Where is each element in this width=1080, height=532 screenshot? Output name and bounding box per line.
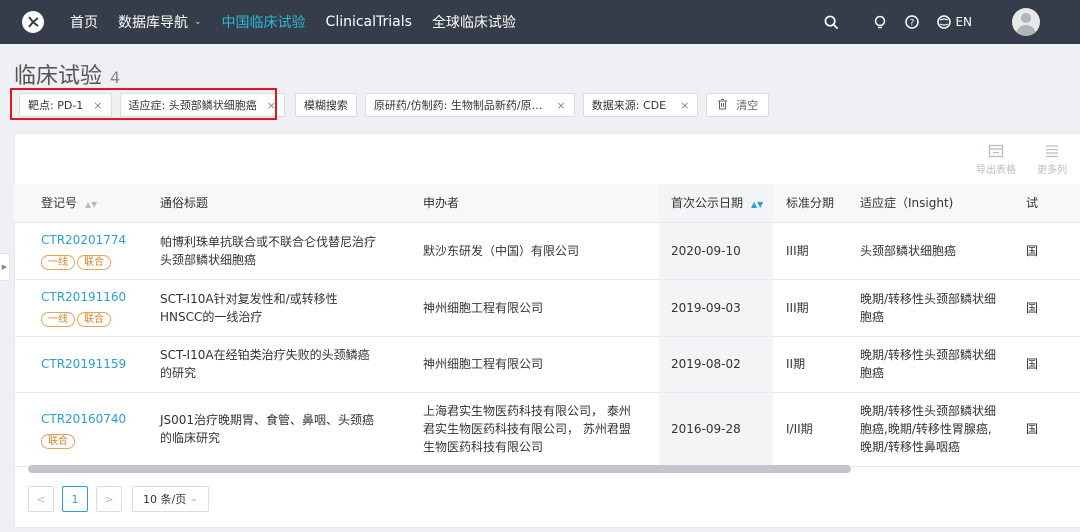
- nav-home[interactable]: 首页: [70, 12, 98, 32]
- table-row[interactable]: CTR20201774 一线 联合 帕博利珠单抗联合或不联合仑伐替尼治疗头颈部鳞状…: [14, 222, 1080, 280]
- column-header-first-publish-date[interactable]: 首次公示日期 ▲▼: [659, 184, 773, 223]
- phase: III期: [773, 279, 847, 337]
- registration-link[interactable]: CTR20160740: [41, 410, 133, 428]
- publish-date: 2016-09-28: [659, 392, 773, 467]
- badge-combination: 联合: [41, 433, 75, 449]
- trial-title: 帕博利珠单抗联合或不联合仑伐替尼治疗头颈部鳞状细胞癌: [133, 222, 396, 280]
- phase: I/II期: [773, 392, 847, 467]
- list-icon: [1046, 145, 1058, 158]
- column-header-registration-no[interactable]: 登记号 ▲▼: [14, 184, 133, 223]
- truncated-cell: 国: [1016, 222, 1080, 280]
- truncated-cell: 国: [1016, 336, 1080, 393]
- phase: III期: [773, 222, 847, 280]
- table-tools: 导出表格 更多列: [968, 144, 1080, 176]
- truncated-cell: 国: [1016, 279, 1080, 337]
- clear-filters-button[interactable]: 清空: [706, 93, 770, 117]
- sponsor: 上海君实生物医药科技有限公司， 泰州君实生物医药科技有限公司， 苏州君盟生物医药…: [396, 392, 659, 467]
- phase: II期: [773, 336, 847, 393]
- badge-first-line: 一线: [41, 255, 75, 270]
- trial-title: JS001治疗晚期胃、食管、鼻咽、头颈癌的临床研究: [133, 392, 396, 467]
- lightbulb-icon[interactable]: [873, 15, 887, 29]
- filter-tag-drug-type[interactable]: 原研药/仿制药: 生物制品新药/原… ×: [364, 93, 575, 117]
- indication: 晚期/转移性头颈部鳞状细胞癌: [847, 279, 1016, 337]
- svg-text:?: ?: [910, 19, 915, 29]
- registration-link[interactable]: CTR20191160: [41, 288, 133, 306]
- close-icon[interactable]: ×: [557, 99, 566, 112]
- publish-date: 2019-08-02: [659, 336, 773, 393]
- table-row[interactable]: CTR20191159 SCT-I10A在经铂类治疗失败的头颈鳞癌的研究 神州细…: [14, 336, 1080, 393]
- column-header-sponsor: 申办者: [396, 184, 659, 223]
- export-icon: [988, 144, 1004, 158]
- registration-link[interactable]: CTR20191159: [41, 355, 133, 373]
- search-icon[interactable]: [824, 15, 839, 30]
- column-header-truncated: 试: [1016, 184, 1080, 223]
- sidebar-expand-handle[interactable]: ▶: [0, 253, 10, 281]
- page-title-text: 临床试验: [14, 64, 103, 89]
- page-1-button[interactable]: 1: [62, 486, 88, 512]
- column-header-phase: 标准分期: [773, 184, 847, 223]
- more-columns-button[interactable]: 更多列: [1024, 144, 1080, 176]
- trials-table: 登记号 ▲▼ 通俗标题 申办者 首次公示日期 ▲▼ 标准分期 适应症（Insight…: [14, 184, 1080, 467]
- nav-clinicaltrials[interactable]: ClinicalTrials: [326, 14, 412, 30]
- language-label[interactable]: EN: [955, 15, 972, 29]
- fuzzy-search-button[interactable]: 模糊搜索: [294, 93, 357, 117]
- trash-icon: [717, 98, 728, 113]
- table-header-row: 登记号 ▲▼ 通俗标题 申办者 首次公示日期 ▲▼ 标准分期 适应症（Insight…: [14, 184, 1080, 223]
- filter-tag-data-source[interactable]: 数据来源: CDE ×: [582, 93, 699, 117]
- truncated-cell: 国: [1016, 392, 1080, 467]
- badge-combination: 联合: [77, 255, 111, 270]
- chevron-down-icon: ⌄: [194, 17, 202, 27]
- help-icon[interactable]: ?: [905, 15, 920, 29]
- page-size-select[interactable]: 10 条/页 ⌄: [132, 486, 209, 512]
- chevron-down-icon: ⌄: [190, 494, 198, 504]
- trial-title: SCT-I10A在经铂类治疗失败的头颈鳞癌的研究: [133, 336, 396, 393]
- export-table-button[interactable]: 导出表格: [968, 144, 1024, 176]
- horizontal-scrollbar[interactable]: [28, 465, 851, 473]
- close-icon[interactable]: ×: [680, 99, 689, 112]
- table-row[interactable]: CTR20160740 联合 JS001治疗晚期胃、食管、鼻咽、头颈癌的临床研究…: [14, 392, 1080, 467]
- language-icon[interactable]: EN: [937, 15, 972, 29]
- top-nav: 首页 数据库导航 ⌄ 中国临床试验 ClinicalTrials 全球临床试验 ?…: [0, 0, 1080, 44]
- column-header-indication: 适应症（Insight): [847, 184, 1016, 223]
- publish-date: 2020-09-10: [659, 222, 773, 280]
- sort-icon[interactable]: ▲▼: [751, 200, 763, 209]
- page-title: 临床试验 4: [14, 58, 120, 90]
- table-row[interactable]: CTR20191160 一线 联合 SCT-I10A针对复发性和/或转移性HNSC…: [14, 279, 1080, 337]
- sponsor: 神州细胞工程有限公司: [396, 336, 659, 393]
- pagination: < 1 > 10 条/页 ⌄: [28, 486, 209, 512]
- badge-combination: 联合: [77, 312, 111, 327]
- indication: 头颈部鳞状细胞癌: [847, 222, 1016, 280]
- sponsor: 神州细胞工程有限公司: [396, 279, 659, 337]
- next-page-button[interactable]: >: [96, 486, 122, 512]
- registration-link[interactable]: CTR20201774: [41, 231, 133, 249]
- sponsor: 默沙东研发（中国）有限公司: [396, 222, 659, 280]
- nav-global-clinical-trials[interactable]: 全球临床试验: [432, 12, 516, 32]
- nav-china-clinical-trials[interactable]: 中国临床试验: [222, 12, 306, 32]
- indication: 晚期/转移性头颈部鳞状细胞癌: [847, 336, 1016, 393]
- prev-page-button[interactable]: <: [28, 486, 54, 512]
- sort-icon[interactable]: ▲▼: [85, 200, 97, 209]
- avatar[interactable]: [1012, 8, 1040, 36]
- annotation-highlight-box: [10, 88, 277, 120]
- indication: 晚期/转移性头颈部鳞状细胞癌,晚期/转移性胃腺癌,晚期/转移性鼻咽癌: [847, 392, 1016, 467]
- publish-date: 2019-09-03: [659, 279, 773, 337]
- trial-title: SCT-I10A针对复发性和/或转移性HNSCC的一线治疗: [133, 279, 396, 337]
- badge-first-line: 一线: [41, 312, 75, 327]
- result-count: 4: [110, 68, 121, 87]
- column-header-title: 通俗标题: [133, 184, 396, 223]
- nav-database-navigation[interactable]: 数据库导航 ⌄: [118, 12, 202, 32]
- brand-logo[interactable]: [22, 11, 44, 33]
